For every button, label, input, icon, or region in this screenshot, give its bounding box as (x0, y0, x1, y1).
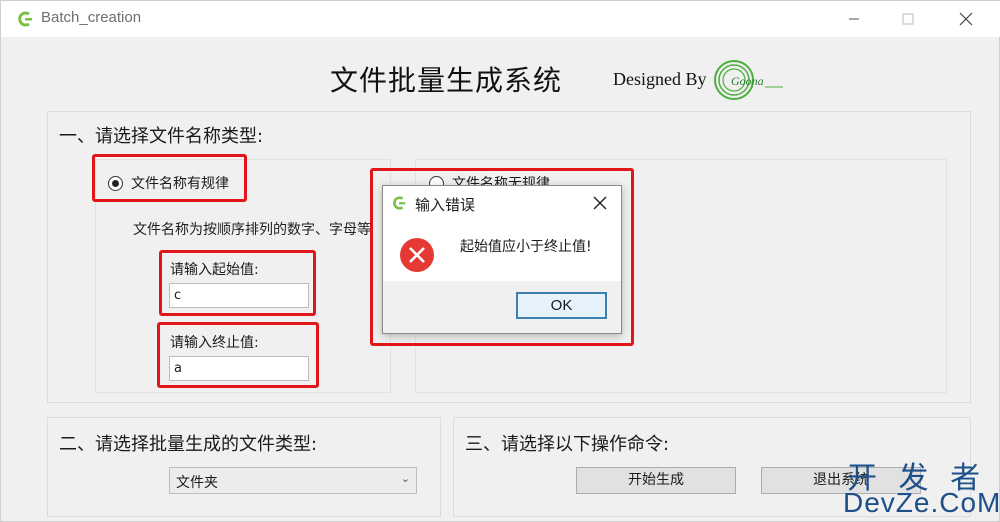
highlight-regular-option (92, 154, 247, 202)
section2-label: 二、请选择批量生成的文件类型: (59, 434, 318, 455)
window-title: Batch_creation (41, 9, 142, 26)
start-generate-button[interactable]: 开始生成 (576, 467, 736, 494)
minimize-button[interactable] (831, 1, 877, 37)
logo-icon: Goona (714, 60, 783, 100)
maximize-icon (902, 13, 914, 25)
file-type-select[interactable]: 文件夹 ⌄ (169, 467, 417, 494)
minimize-icon (849, 18, 859, 20)
section1-label: 一、请选择文件名称类型: (59, 126, 264, 147)
close-button[interactable] (943, 1, 989, 37)
page-title: 文件批量生成系统 (330, 64, 563, 97)
goona-logo: Goona (713, 59, 785, 101)
site-watermark: 开 发 者 DevZe.CoM (843, 453, 1000, 519)
watermark-bottom: DevZe.CoM (843, 487, 1000, 518)
logo-text: Goona (731, 74, 764, 88)
app-icon (18, 11, 32, 27)
section3-label: 三、请选择以下操作命令: (465, 434, 670, 455)
highlight-start-input (159, 250, 316, 316)
maximize-button[interactable] (885, 1, 931, 37)
designed-by-label: Designed By (613, 69, 707, 89)
title-bar: Batch_creation (1, 1, 1000, 37)
app-window: Batch_creation 文件批量生成系统 Designed By Goon… (0, 0, 1000, 522)
file-type-selected: 文件夹 (176, 475, 218, 491)
close-icon (959, 12, 973, 26)
highlight-end-input (157, 322, 319, 388)
highlight-error-dialog (370, 168, 634, 346)
chevron-down-icon: ⌄ (400, 472, 410, 485)
regular-description: 文件名称为按顺序排列的数字、字母等 (133, 222, 371, 238)
